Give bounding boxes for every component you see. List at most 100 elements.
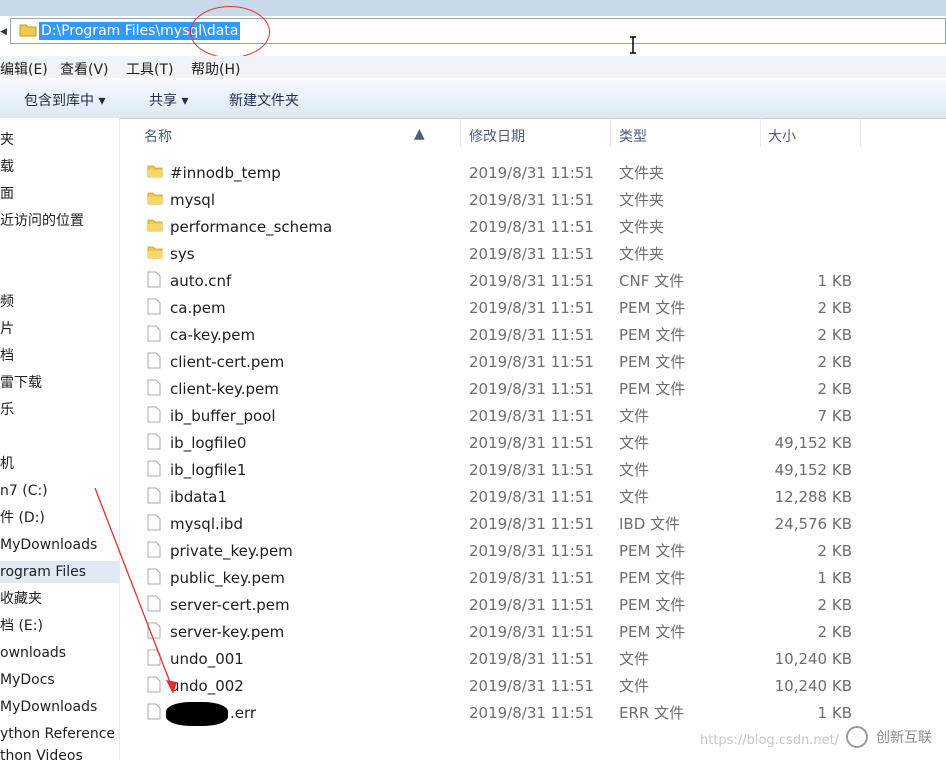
navigation-pane[interactable]: 夹载面近访问的位置频片档雷下载乐机 n7 (C:) 件 (D:) MyDownload…: [0, 118, 120, 760]
address-bar[interactable]: D:\Program Files\mysql\data: [10, 18, 946, 44]
file-row[interactable]: performance_schema 2019/8/31 11:51 文件夹: [120, 213, 946, 240]
file-row[interactable]: auto.cnf 2019/8/31 11:51 CNF 文件 1 KB: [120, 267, 946, 294]
folder-icon: [147, 244, 163, 265]
nav-item[interactable]: 近访问的位置: [0, 210, 84, 232]
file-name: mysql: [170, 191, 215, 209]
file-icon: [147, 379, 161, 401]
file-icon: [147, 487, 161, 509]
file-date: 2019/8/31 11:51: [469, 488, 594, 506]
file-name: ib_buffer_pool: [170, 407, 276, 425]
nav-item[interactable]: 片: [0, 318, 14, 340]
file-icon: [147, 271, 161, 293]
file-type: PEM 文件: [619, 542, 686, 560]
file-date: 2019/8/31 11:51: [469, 542, 594, 560]
file-icon: [147, 595, 161, 617]
nav-item[interactable]: 载: [0, 156, 14, 178]
file-size: 2 KB: [817, 326, 852, 344]
nav-item[interactable]: MyDownloads: [0, 696, 97, 718]
nav-item[interactable]: 乐: [0, 399, 14, 421]
file-row[interactable]: server-key.pem 2019/8/31 11:51 PEM 文件 2 KB: [120, 618, 946, 645]
toolbar-button[interactable]: 共享 ▾: [149, 90, 188, 110]
file-row[interactable]: undo_002 2019/8/31 11:51 文件 10,240 KB: [120, 672, 946, 699]
file-name: ib_logfile1: [170, 461, 247, 479]
nav-item[interactable]: 档 (E:): [0, 615, 43, 637]
file-size: 10,240 KB: [774, 650, 852, 668]
file-type: PEM 文件: [619, 353, 686, 371]
nav-item[interactable]: rogram Files: [0, 561, 119, 583]
file-row[interactable]: client-cert.pem 2019/8/31 11:51 PEM 文件 2 KB: [120, 348, 946, 375]
column-date[interactable]: 修改日期: [469, 126, 525, 146]
nav-item[interactable]: 档: [0, 345, 14, 367]
nav-item[interactable]: ownloads: [0, 642, 66, 664]
file-name: auto.cnf: [170, 272, 232, 290]
nav-item[interactable]: MyDownloads: [0, 534, 97, 556]
file-row[interactable]: ib_buffer_pool 2019/8/31 11:51 文件 7 KB: [120, 402, 946, 429]
sort-ascending-icon: ▲: [414, 126, 425, 142]
file-date: 2019/8/31 11:51: [469, 515, 594, 533]
file-name: ca.pem: [170, 299, 226, 317]
file-type: ERR 文件: [619, 704, 685, 722]
nav-item[interactable]: 面: [0, 183, 14, 205]
file-row[interactable]: .err 2019/8/31 11:51 ERR 文件 1 KB: [120, 699, 946, 726]
nav-item[interactable]: ython Reference: [0, 723, 115, 745]
file-icon: [147, 676, 161, 698]
nav-item[interactable]: 频: [0, 291, 14, 313]
file-date: 2019/8/31 11:51: [469, 164, 594, 182]
toolbar-button[interactable]: 包含到库中 ▾: [24, 90, 105, 110]
file-icon: [147, 433, 161, 455]
column-divider[interactable]: [460, 118, 461, 146]
column-type[interactable]: 类型: [619, 126, 647, 146]
menu-item[interactable]: 帮助(H): [191, 59, 240, 79]
file-size: 49,152 KB: [774, 461, 852, 479]
file-type: 文件: [619, 677, 650, 695]
file-icon: [147, 406, 161, 428]
nav-item[interactable]: thon Videos: [0, 745, 83, 760]
file-row[interactable]: private_key.pem 2019/8/31 11:51 PEM 文件 2 KB: [120, 537, 946, 564]
file-type: PEM 文件: [619, 569, 686, 587]
menu-item[interactable]: 编辑(E): [0, 59, 48, 79]
file-type: CNF 文件: [619, 272, 685, 290]
file-row[interactable]: ibdata1 2019/8/31 11:51 文件 12,288 KB: [120, 483, 946, 510]
column-name[interactable]: 名称: [144, 126, 172, 146]
nav-item[interactable]: MyDocs: [0, 669, 55, 691]
file-row[interactable]: ca-key.pem 2019/8/31 11:51 PEM 文件 2 KB: [120, 321, 946, 348]
column-divider[interactable]: [860, 118, 861, 146]
file-name: client-key.pem: [170, 380, 279, 398]
file-size: 2 KB: [817, 299, 852, 317]
file-row[interactable]: mysql 2019/8/31 11:51 文件夹: [120, 186, 946, 213]
file-size: 49,152 KB: [774, 434, 852, 452]
file-name: private_key.pem: [170, 542, 293, 560]
file-date: 2019/8/31 11:51: [469, 650, 594, 668]
menu-item[interactable]: 工具(T): [126, 59, 173, 79]
nav-item[interactable]: 机: [0, 453, 14, 475]
address-dropdown-arrow-icon[interactable]: ◀: [0, 27, 7, 37]
file-row[interactable]: sys 2019/8/31 11:51 文件夹: [120, 240, 946, 267]
file-row[interactable]: #innodb_temp 2019/8/31 11:51 文件夹: [120, 159, 946, 186]
menu-bar: 编辑(E) 查看(V) 工具(T) 帮助(H): [0, 56, 946, 78]
file-size: 7 KB: [817, 407, 852, 425]
file-date: 2019/8/31 11:51: [469, 434, 594, 452]
file-date: 2019/8/31 11:51: [469, 326, 594, 344]
nav-item[interactable]: 夹: [0, 129, 14, 151]
column-divider[interactable]: [610, 118, 611, 146]
file-row[interactable]: undo_001 2019/8/31 11:51 文件 10,240 KB: [120, 645, 946, 672]
column-size[interactable]: 大小: [768, 126, 796, 146]
nav-item[interactable]: n7 (C:): [0, 480, 48, 502]
nav-item[interactable]: 收藏夹: [0, 588, 42, 610]
file-type: PEM 文件: [619, 326, 686, 344]
toolbar-button[interactable]: 新建文件夹: [229, 90, 299, 110]
nav-item[interactable]: 件 (D:): [0, 507, 45, 529]
file-row[interactable]: public_key.pem 2019/8/31 11:51 PEM 文件 1 KB: [120, 564, 946, 591]
file-row[interactable]: ib_logfile1 2019/8/31 11:51 文件 49,152 KB: [120, 456, 946, 483]
file-date: 2019/8/31 11:51: [469, 218, 594, 236]
nav-item[interactable]: 雷下载: [0, 372, 42, 394]
column-divider[interactable]: [760, 118, 761, 146]
file-row[interactable]: mysql.ibd 2019/8/31 11:51 IBD 文件 24,576 KB: [120, 510, 946, 537]
file-row[interactable]: server-cert.pem 2019/8/31 11:51 PEM 文件 2 KB: [120, 591, 946, 618]
file-row[interactable]: client-key.pem 2019/8/31 11:51 PEM 文件 2 KB: [120, 375, 946, 402]
menu-item[interactable]: 查看(V): [60, 59, 109, 79]
file-type: 文件夹: [619, 191, 665, 209]
file-row[interactable]: ca.pem 2019/8/31 11:51 PEM 文件 2 KB: [120, 294, 946, 321]
file-row[interactable]: ib_logfile0 2019/8/31 11:51 文件 49,152 KB: [120, 429, 946, 456]
watermark: https://blog.csdn.net/: [700, 733, 840, 748]
